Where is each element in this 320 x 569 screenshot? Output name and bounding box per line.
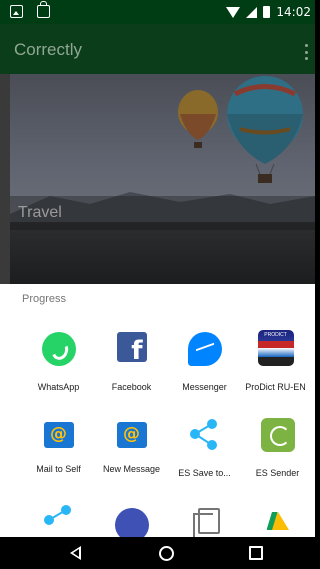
share-target-partial[interactable] — [238, 506, 315, 536]
share-target-label: ES Save to... — [178, 468, 231, 478]
share-target-partial[interactable] — [19, 504, 98, 537]
status-bar: 14:02 — [0, 0, 315, 24]
battery-icon — [263, 6, 271, 18]
share-target-messenger[interactable]: Messenger — [165, 332, 244, 392]
share-target-label: Facebook — [111, 382, 152, 392]
share-target-label: WhatsApp — [37, 382, 80, 392]
share-icon — [188, 418, 222, 452]
mail-icon: @ — [43, 422, 74, 448]
share-target-label: Messenger — [182, 382, 227, 392]
mail-icon: @ — [116, 422, 147, 448]
share-target-label: ProDict RU-EN — [245, 382, 306, 392]
share-target-label: New Message — [102, 464, 161, 474]
recents-icon[interactable] — [248, 545, 266, 561]
message-icon — [114, 508, 149, 537]
navigation-bar — [0, 537, 315, 569]
share-target-es-sender[interactable]: ES Sender — [238, 418, 315, 478]
card-title: Travel — [18, 204, 62, 221]
prodict-icon: PRODICT — [257, 330, 294, 366]
share-sheet-title: Progress — [22, 293, 67, 305]
content-area: Travel — [0, 74, 315, 284]
app-title: Correctly — [14, 40, 83, 59]
share-target-facebook[interactable]: f Facebook — [92, 332, 171, 392]
share-target-partial[interactable] — [165, 504, 244, 537]
foreground-shadow — [10, 222, 315, 284]
prodict-badge: PRODICT — [264, 332, 287, 338]
es-sender-icon — [260, 418, 295, 452]
share-target-prodict[interactable]: PRODICT ProDict RU-EN — [236, 330, 315, 392]
image-icon — [10, 5, 23, 18]
share-target-whatsapp[interactable]: WhatsApp — [19, 332, 98, 392]
shopping-bag-icon — [37, 1, 50, 18]
facebook-icon: f — [116, 332, 147, 364]
share-target-mail-to-self[interactable]: @ Mail to Self — [19, 418, 98, 474]
cell-signal-icon — [246, 6, 258, 18]
share-target-partial[interactable] — [92, 508, 171, 537]
home-icon[interactable] — [158, 545, 176, 561]
share-target-label: ES Sender — [255, 468, 300, 478]
travel-card[interactable]: Travel — [10, 74, 315, 284]
share-target-new-message[interactable]: @ New Message — [92, 418, 171, 474]
share-target-label: Mail to Self — [36, 464, 81, 474]
wifi-icon — [226, 6, 241, 18]
share-target-es-save-to[interactable]: ES Save to... — [165, 418, 244, 478]
back-icon[interactable] — [68, 545, 86, 561]
app-bar: Correctly — [0, 24, 315, 74]
whatsapp-icon — [41, 332, 76, 366]
copy-icon — [190, 504, 220, 537]
share-sheet: Progress WhatsApp f Facebook Messenger P… — [0, 284, 315, 537]
messenger-icon — [187, 332, 222, 366]
overflow-menu-icon[interactable] — [305, 44, 309, 60]
status-time: 14:02 — [276, 5, 311, 19]
share-icon — [42, 504, 76, 537]
google-drive-icon — [261, 506, 295, 536]
